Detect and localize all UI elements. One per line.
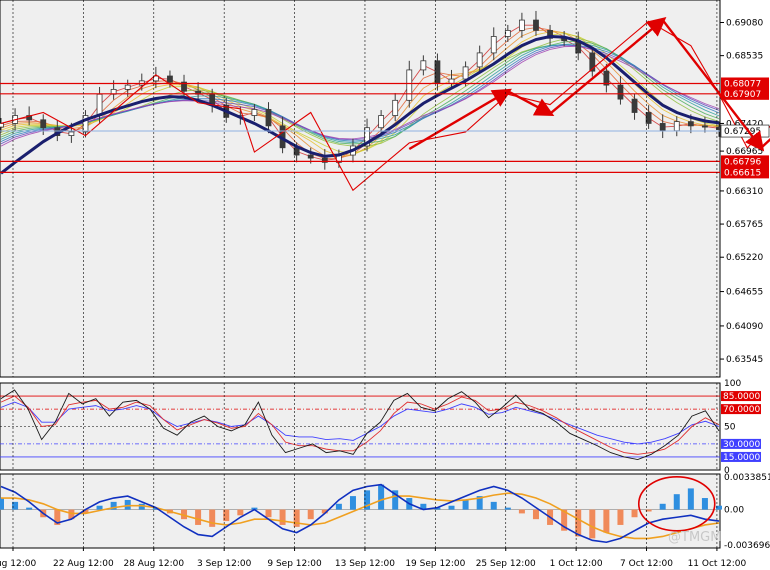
price-y-tick-label: 0.64655: [726, 288, 763, 298]
candle-body: [504, 30, 511, 37]
macd-histogram-bar: [603, 509, 610, 533]
price-level-label: 0.66615: [724, 168, 761, 178]
macd-tick-label: 0.0033851: [724, 473, 770, 483]
macd-histogram-bar: [532, 509, 539, 520]
candle-body: [68, 131, 75, 136]
x-tick-label: 3 Sep 12:00: [197, 559, 252, 569]
oscillator-tick-label: 70.0000: [723, 405, 760, 415]
price-y-tick-label: 0.68535: [726, 52, 763, 62]
x-tick-label: 7 Oct 12:00: [620, 559, 673, 569]
macd-histogram-bar: [209, 509, 216, 527]
x-tick-label: 28 Aug 12:00: [123, 559, 184, 569]
oscillator-tick-label: 85.0000: [723, 392, 760, 402]
macd-histogram-bar: [195, 509, 202, 525]
macd-histogram-bar: [26, 507, 33, 510]
price-y-tick-label: 0.66310: [726, 187, 763, 197]
current-price-label: 0.67295: [724, 127, 761, 137]
candle-body: [0, 123, 4, 128]
candle-body: [420, 60, 427, 71]
price-y-tick-label: 0.64090: [726, 322, 763, 332]
candle-body: [378, 115, 385, 129]
candle-body: [533, 19, 539, 31]
price-panel-frame: [0, 0, 721, 378]
candle-body: [167, 75, 173, 83]
watermark: @TMGM: [668, 530, 721, 545]
candle-body: [406, 69, 413, 101]
candle-body: [490, 36, 497, 54]
macd-histogram-bar: [335, 503, 342, 510]
candle-body: [687, 121, 694, 127]
price-y-tick-label: 0.65765: [726, 220, 763, 230]
price-level-label: 0.66796: [724, 157, 761, 167]
macd-histogram-bar: [490, 501, 497, 510]
macd-histogram-bar: [124, 499, 131, 510]
oscillator-tick-label: 100: [724, 379, 741, 389]
candle-body: [702, 125, 708, 128]
x-tick-label: 13 Sep 12:00: [335, 559, 395, 569]
macd-histogram-bar: [518, 509, 525, 514]
candle-body: [519, 19, 525, 31]
macd-tick-label: 0.00: [724, 506, 744, 516]
candle-body: [434, 60, 441, 84]
macd-histogram-bar: [265, 509, 272, 518]
candle-body: [645, 112, 652, 124]
macd-histogram-bar: [687, 488, 694, 510]
candle-body: [462, 66, 469, 80]
macd-histogram-bar: [237, 509, 244, 516]
price-level-label: 0.67907: [724, 90, 761, 100]
candle-body: [673, 121, 680, 132]
macd-histogram-bar: [673, 494, 680, 510]
x-tick-label: 25 Sep 12:00: [476, 559, 536, 569]
candle-body: [307, 154, 314, 159]
candle-body: [659, 123, 666, 132]
price-y-tick-label: 0.65220: [726, 253, 763, 263]
candle-body: [251, 109, 258, 116]
candle-body: [392, 99, 399, 116]
macd-histogram-bar: [617, 509, 624, 525]
x-tick-label: 19 Sep 12:00: [405, 559, 465, 569]
macd-histogram-bar: [589, 509, 596, 539]
x-tick-label: 1 Oct 12:00: [550, 559, 603, 569]
price-panel[interactable]: 0.690800.685350.674200.669650.663100.657…: [0, 0, 770, 378]
oscillator-tick-label: 15.0000: [723, 453, 760, 463]
macd-panel[interactable]: 0.0033851 0.00 -0.0036967: [0, 473, 770, 551]
price-y-tick-label: 0.63545: [726, 355, 763, 365]
macd-histogram-bar: [96, 505, 103, 510]
macd-histogram-bar: [448, 505, 455, 510]
price-y-tick-label: 0.69080: [726, 18, 763, 28]
oscillator-tick-label: 30.0000: [723, 440, 760, 450]
oscillator-tick-label: 50: [724, 423, 736, 433]
macd-histogram-bar: [349, 496, 356, 510]
macd-histogram-bar: [462, 499, 469, 510]
macd-histogram-bar: [631, 509, 638, 518]
x-tick-label: 9 Sep 12:00: [267, 559, 322, 569]
macd-histogram-bar: [0, 498, 4, 510]
macd-histogram-bar: [307, 509, 314, 520]
x-tick-label: Aug 12:00: [0, 559, 36, 569]
macd-histogram-bar: [659, 503, 666, 510]
candle-body: [448, 78, 455, 84]
stochastic-panel[interactable]: 10085.000070.00005030.000015.00000: [0, 379, 761, 476]
macd-histogram-bar: [378, 484, 385, 510]
x-tick-label: 22 Aug 12:00: [53, 559, 114, 569]
candle-body: [124, 84, 131, 90]
macd-histogram-bar: [701, 498, 708, 510]
candle-body: [265, 109, 272, 127]
candle-body: [476, 52, 483, 68]
x-tick-label: 11 Oct 12:00: [688, 559, 747, 569]
candle-body: [631, 98, 638, 113]
candle-body: [40, 119, 47, 129]
macd-histogram-bar: [279, 509, 286, 525]
macd-panel-frame: [0, 473, 721, 549]
candle-body: [96, 93, 103, 116]
macd-tick-label: -0.0036967: [724, 541, 770, 551]
trading-chart: 0.690800.685350.674200.669650.663100.657…: [0, 0, 770, 570]
candle-body: [617, 84, 624, 100]
